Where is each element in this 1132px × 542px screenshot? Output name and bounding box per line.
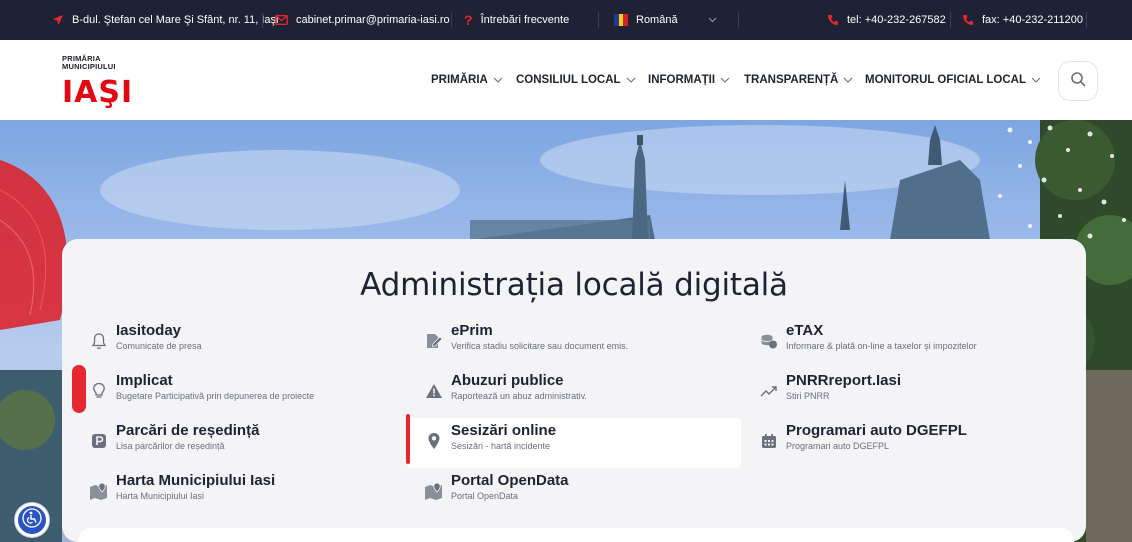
nav-item-informatii[interactable]: INFORMAȚII [648,40,730,120]
language-selector[interactable]: Română [614,0,717,40]
fax-link[interactable]: fax: +40-232-211200 [962,0,1083,40]
location-arrow-icon [52,14,64,26]
service-subtitle: Sesizări - hartă incidente [451,441,551,451]
service-subtitle: Portal OpenData [451,491,519,501]
service-iasitoday[interactable]: Iasitoday Comunicate de presa [72,318,406,368]
chevron-down-icon [1031,75,1041,86]
service-subtitle: Bugetare Participativă prin depunerea de… [116,391,315,401]
service-subtitle: Stiri PNRR [786,391,830,401]
service-etax[interactable]: eTAX Informare & plată on-line a taxelor… [742,318,1076,368]
faq-text: Întrebări frecvente [480,14,570,26]
service-programari-auto[interactable]: Programari auto DGEFPL Programari auto D… [742,418,1076,468]
service-title: eTAX [786,322,824,339]
service-title: ePrim [451,322,493,339]
chevron-down-icon [708,15,717,26]
nav-label: MONITORUL OFICIAL LOCAL [865,74,1026,86]
service-title: Portal OpenData [451,472,569,489]
active-indicator [406,414,410,464]
service-sesizari-online[interactable]: Sesizări online Sesizări - hartă inciden… [407,418,741,468]
nav-label: TRANSPARENȚĂ [744,74,839,86]
chevron-down-icon [493,75,503,86]
email-link[interactable]: cabinet.primar@primaria-iasi.ro [275,0,450,40]
phone-text: tel: +40-232-267582 [847,14,946,26]
site-header: PRIMĂRIA MUNICIPIULUI IAŞI PRIMĂRIA CONS… [0,40,1132,120]
faq-link[interactable]: ? Întrebări frecvente [464,0,569,40]
nav-label: INFORMAȚII [648,74,716,86]
city-hall-logo[interactable]: PRIMĂRIA MUNICIPIULUI IAŞI [62,55,152,110]
panel-title: Administrația locală digitală [360,267,788,303]
service-implicat[interactable]: Implicat Bugetare Participativă prin dep… [72,368,406,418]
service-title: Harta Municipiului Iasi [116,472,276,489]
calendar-icon [758,430,780,452]
service-title: Iasitoday [116,322,182,339]
service-subtitle: Informare & plată on-line a taxelor și i… [786,341,977,351]
divider [598,12,599,28]
parking-icon [88,430,110,452]
service-subtitle: Programari auto DGEFPL [786,441,890,451]
language-text: Română [636,14,678,26]
map-pin-icon [423,430,445,452]
service-subtitle: Verifica stadiu solicitare sau document … [451,341,629,351]
wheelchair-icon [22,507,42,533]
service-abuzuri-publice[interactable]: Abuzuri publice Raportează un abuz admin… [407,368,741,418]
bell-icon [88,330,110,352]
accessibility-button[interactable] [15,503,49,537]
mail-icon [275,15,288,25]
nav-item-consiliul-local[interactable]: CONSILIUL LOCAL [516,40,636,120]
top-info-bar: B-dul. Ştefan cel Mare Şi Sfânt, nr. 11,… [0,0,1132,40]
service-harta-municipiului[interactable]: Harta Municipiului Iasi Harta Municipiul… [72,468,406,518]
service-title: Sesizări online [451,422,557,439]
nav-label: PRIMĂRIA [431,74,488,86]
service-title: Parcări de reședință [116,422,260,439]
chevron-down-icon [626,75,636,86]
service-subtitle: Lisa parcărilor de reședință [116,441,225,451]
romania-flag-icon [614,14,629,26]
nav-label: CONSILIUL LOCAL [516,74,621,86]
chevron-down-icon [720,75,730,86]
service-title: Programari auto DGEFPL [786,422,967,439]
coins-icon [758,330,780,352]
hover-indicator [72,365,86,413]
address-text: B-dul. Ştefan cel Mare Şi Sfânt, nr. 11,… [72,14,279,26]
fax-text: fax: +40-232-211200 [982,14,1084,26]
divider [262,12,263,28]
logo-wordmark: IAŞI [62,75,134,110]
divider [451,12,452,28]
warning-icon [423,380,445,402]
digital-services-panel: Administrația locală digitală Iasitoday … [62,239,1086,542]
logo-line-2: MUNICIPIULUI [62,62,116,71]
search-strip [78,528,1074,542]
address-item[interactable]: B-dul. Ştefan cel Mare Şi Sfânt, nr. 11,… [52,0,278,40]
service-title: PNRRreport.Iasi [786,372,902,389]
search-button[interactable] [1058,61,1098,101]
divider [1086,12,1087,28]
nav-item-transparenta[interactable]: TRANSPARENȚĂ [744,40,853,120]
search-icon [1070,71,1086,92]
question-icon: ? [464,12,473,28]
nav-item-primaria[interactable]: PRIMĂRIA [431,40,503,120]
phone-link[interactable]: tel: +40-232-267582 [827,0,946,40]
service-subtitle: Harta Municipiului Iasi [116,491,205,501]
document-edit-icon [423,330,445,352]
service-title: Abuzuri publice [451,372,564,389]
service-portal-opendata[interactable]: Portal OpenData Portal OpenData [407,468,741,518]
service-subtitle: Comunicate de presa [116,341,202,351]
divider [950,12,951,28]
service-title: Implicat [116,372,173,389]
service-subtitle: Raportează un abuz administrativ. [451,391,587,401]
service-parcari-resedinta[interactable]: Parcări de reședință Lisa parcărilor de … [72,418,406,468]
email-text: cabinet.primar@primaria-iasi.ro [296,14,450,26]
nav-item-monitorul-oficial[interactable]: MONITORUL OFICIAL LOCAL [865,40,1041,120]
phone-icon [827,14,839,26]
trend-up-icon [758,380,780,402]
service-pnrrreport[interactable]: PNRRreport.Iasi Stiri PNRR [742,368,1076,418]
map-icon [423,480,445,502]
chevron-down-icon [843,75,853,86]
divider [738,12,739,28]
phone-icon [962,14,974,26]
service-eprim[interactable]: ePrim Verifica stadiu solicitare sau doc… [407,318,741,368]
lightbulb-icon [88,380,110,402]
map-icon [88,480,110,502]
